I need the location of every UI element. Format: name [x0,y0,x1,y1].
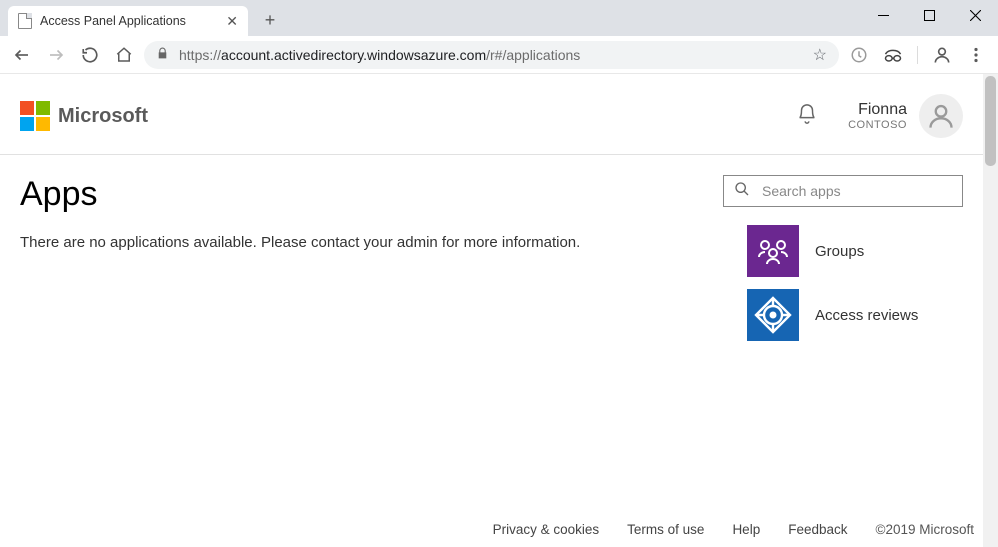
side-item-label: Access reviews [815,307,918,324]
footer-link-privacy[interactable]: Privacy & cookies [493,522,600,537]
minimize-button[interactable] [860,0,906,30]
side-panel: Groups Access reviews [723,175,963,353]
browser-tab[interactable]: Access Panel Applications ✕ [8,6,248,36]
footer-link-terms[interactable]: Terms of use [627,522,704,537]
browser-toolbar: https://account.activedirectory.windowsa… [0,36,998,74]
brand-name: Microsoft [58,105,148,128]
scroll-thumb[interactable] [985,76,996,166]
page-icon [18,13,32,29]
home-button[interactable] [110,41,138,69]
search-input[interactable] [762,183,952,199]
side-link-access-reviews[interactable]: Access reviews [723,289,963,341]
lock-icon [156,47,169,63]
footer-copyright: ©2019 Microsoft [876,522,975,537]
footer-link-help[interactable]: Help [732,522,760,537]
side-item-label: Groups [815,243,864,260]
search-icon [734,181,750,202]
search-apps[interactable] [723,175,963,207]
microsoft-logo[interactable]: Microsoft [20,101,148,131]
back-button[interactable] [8,41,36,69]
close-window-button[interactable] [952,0,998,30]
new-tab-button[interactable]: + [256,6,284,34]
page-header: Microsoft Fionna CONTOSO [0,74,983,155]
profile-icon[interactable] [928,41,956,69]
user-name: Fionna [848,101,907,119]
main-content: Apps There are no applications available… [20,175,699,353]
footer-link-feedback[interactable]: Feedback [788,522,847,537]
address-bar[interactable]: https://account.activedirectory.windowsa… [144,41,839,69]
page-viewport: Microsoft Fionna CONTOSO [0,74,998,547]
org-name: CONTOSO [848,119,907,131]
url-text: https://account.activedirectory.windowsa… [179,47,580,63]
forward-button[interactable] [42,41,70,69]
incognito-icon[interactable] [879,41,907,69]
tab-title: Access Panel Applications [40,14,220,28]
reload-button[interactable] [76,41,104,69]
notifications-button[interactable] [796,103,818,130]
separator [917,46,918,64]
extension-icon[interactable] [845,41,873,69]
browser-titlebar: Access Panel Applications ✕ + [0,0,998,36]
menu-icon[interactable] [962,41,990,69]
window-controls [860,0,998,30]
user-menu[interactable]: Fionna CONTOSO [848,94,963,138]
avatar [919,94,963,138]
side-link-groups[interactable]: Groups [723,225,963,277]
empty-state-message: There are no applications available. Ple… [20,234,699,251]
page-footer: Privacy & cookies Terms of use Help Feed… [493,522,974,537]
close-tab-icon[interactable]: ✕ [226,13,238,30]
bookmark-icon[interactable]: ☆ [813,45,827,65]
groups-icon [747,225,799,277]
page-title: Apps [20,175,699,214]
access-reviews-icon [747,289,799,341]
vertical-scrollbar[interactable] [983,74,998,547]
microsoft-logo-icon [20,101,50,131]
maximize-button[interactable] [906,0,952,30]
